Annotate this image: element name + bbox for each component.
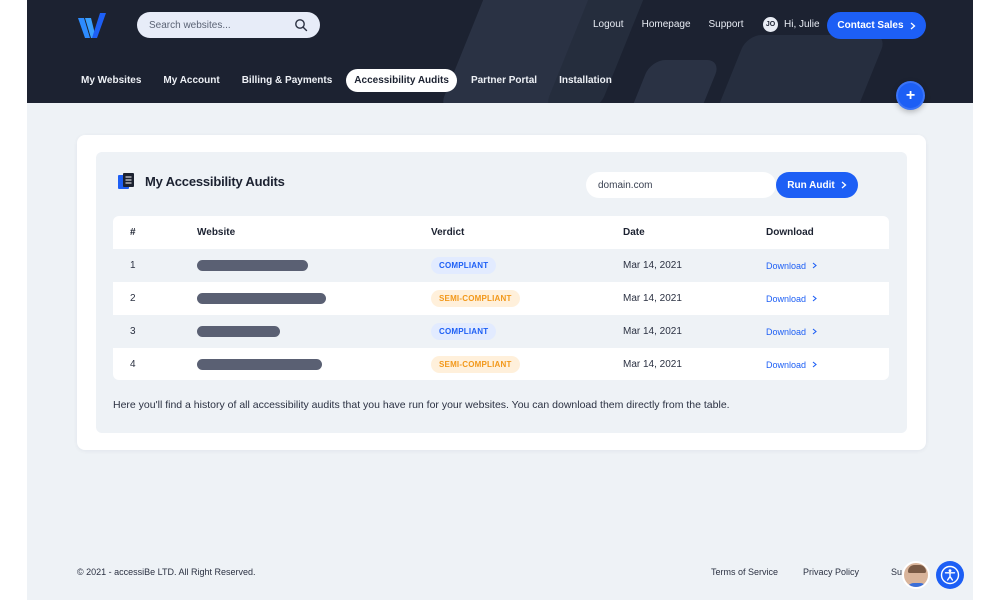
redacted-website	[197, 293, 326, 304]
search-box	[137, 12, 320, 38]
homepage-link[interactable]: Homepage	[642, 19, 691, 30]
row-number: 1	[130, 260, 136, 271]
avatar-shirt	[906, 583, 928, 587]
privacy-policy-link[interactable]: Privacy Policy	[803, 567, 859, 577]
footer-support-link[interactable]: Su	[891, 567, 902, 577]
nav-installation[interactable]: Installation	[551, 69, 620, 92]
avatar-hair	[908, 565, 926, 573]
chevron-right-icon	[841, 181, 847, 189]
table-row: 1 COMPLIANT Mar 14, 2021 Download	[113, 249, 889, 282]
top-links: Logout Homepage Support	[593, 19, 744, 30]
download-link[interactable]: Download	[766, 327, 817, 337]
row-number: 2	[130, 293, 136, 304]
user-menu[interactable]: JO Hi, Julie	[763, 17, 820, 32]
redacted-website	[197, 260, 308, 271]
download-label: Download	[766, 326, 807, 337]
run-audit-label: Run Audit	[787, 179, 835, 191]
contact-sales-button[interactable]: Contact Sales	[827, 12, 926, 39]
nav-my-websites[interactable]: My Websites	[73, 69, 149, 92]
chevron-right-icon	[812, 262, 817, 269]
verdict-badge: COMPLIANT	[431, 323, 497, 340]
accessibility-widget-button[interactable]	[936, 561, 964, 589]
nav-my-account[interactable]: My Account	[155, 69, 227, 92]
download-link[interactable]: Download	[766, 360, 817, 370]
footer-links: Terms of Service Privacy Policy	[711, 567, 859, 577]
row-number: 4	[130, 359, 136, 370]
support-agent-avatar[interactable]	[902, 561, 930, 589]
main-nav: My Websites My Account Billing & Payment…	[73, 69, 620, 92]
card-header: My Accessibility Audits	[117, 172, 285, 190]
row-number: 3	[130, 326, 136, 337]
redacted-website	[197, 326, 280, 337]
download-label: Download	[766, 359, 807, 370]
audit-date: Mar 14, 2021	[623, 293, 682, 304]
audits-card: My Accessibility Audits Run Audit # Webs…	[77, 135, 926, 450]
accessibility-icon	[940, 565, 960, 585]
column-header-verdict: Verdict	[431, 227, 465, 238]
download-link[interactable]: Download	[766, 294, 817, 304]
chevron-right-icon	[812, 328, 817, 335]
brand-logo-icon[interactable]	[76, 10, 108, 42]
header-decoration	[622, 60, 722, 103]
terms-of-service-link[interactable]: Terms of Service	[711, 567, 778, 577]
download-link[interactable]: Download	[766, 261, 817, 271]
download-label: Download	[766, 293, 807, 304]
audits-table: # Website Verdict Date Download 1 COMPLI…	[113, 216, 889, 380]
documents-icon	[118, 173, 134, 189]
top-header: Logout Homepage Support JO Hi, Julie Con…	[27, 0, 973, 103]
column-header-download: Download	[766, 227, 814, 238]
table-row: 2 SEMI-COMPLIANT Mar 14, 2021 Download	[113, 282, 889, 315]
domain-input[interactable]	[586, 172, 776, 198]
page-title: My Accessibility Audits	[145, 173, 285, 189]
logout-link[interactable]: Logout	[593, 19, 624, 30]
verdict-badge: SEMI-COMPLIANT	[431, 356, 520, 373]
chevron-right-icon	[910, 22, 916, 29]
table-row: 4 SEMI-COMPLIANT Mar 14, 2021 Download	[113, 348, 889, 380]
audit-date: Mar 14, 2021	[623, 359, 682, 370]
redacted-website	[197, 359, 322, 370]
download-label: Download	[766, 260, 807, 271]
support-link[interactable]: Support	[709, 19, 744, 30]
run-audit-button[interactable]: Run Audit	[776, 172, 858, 198]
nav-accessibility-audits[interactable]: Accessibility Audits	[346, 69, 457, 92]
column-header-date: Date	[623, 227, 645, 238]
nav-partner-portal[interactable]: Partner Portal	[463, 69, 545, 92]
verdict-badge: SEMI-COMPLIANT	[431, 290, 520, 307]
add-button[interactable]: +	[896, 81, 925, 110]
nav-billing-payments[interactable]: Billing & Payments	[234, 69, 341, 92]
header-decoration	[706, 35, 888, 103]
table-row: 3 COMPLIANT Mar 14, 2021 Download	[113, 315, 889, 348]
chevron-right-icon	[812, 361, 817, 368]
chevron-right-icon	[812, 295, 817, 302]
user-greeting: Hi, Julie	[784, 19, 820, 30]
app-frame: Logout Homepage Support JO Hi, Julie Con…	[27, 0, 973, 600]
audits-help-text: Here you'll find a history of all access…	[113, 399, 730, 411]
audit-date: Mar 14, 2021	[623, 260, 682, 271]
copyright-text: © 2021 - accessiBe LTD. All Right Reserv…	[77, 567, 256, 577]
column-header-website: Website	[197, 227, 236, 238]
search-icon[interactable]	[294, 18, 308, 32]
audits-panel: My Accessibility Audits Run Audit # Webs…	[96, 152, 907, 433]
avatar: JO	[763, 17, 778, 32]
verdict-badge: COMPLIANT	[431, 257, 497, 274]
column-header-number: #	[130, 227, 136, 238]
table-header: # Website Verdict Date Download	[113, 216, 889, 249]
contact-sales-label: Contact Sales	[837, 20, 904, 31]
audit-date: Mar 14, 2021	[623, 326, 682, 337]
search-input[interactable]	[149, 19, 289, 31]
